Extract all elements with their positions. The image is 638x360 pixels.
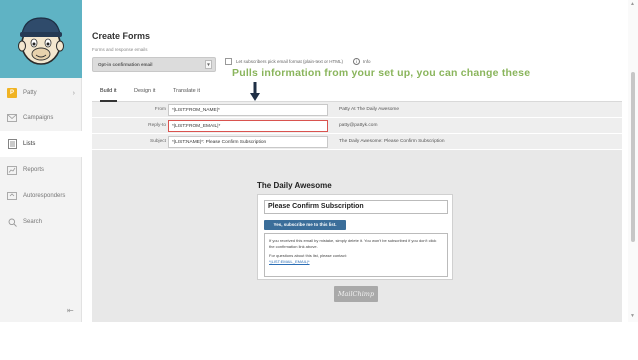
chimp-mascot-icon xyxy=(18,17,64,65)
reply-to-field[interactable]: *|LIST:FROM_EMAIL|* xyxy=(168,120,328,132)
email-format-checkbox[interactable] xyxy=(225,58,232,65)
sidebar-item-label: Search xyxy=(23,219,43,225)
mail-icon xyxy=(7,113,17,123)
sidebar-item-search[interactable]: Search xyxy=(0,209,82,235)
reply-to-row: Reply-to *|LIST:FROM_EMAIL|* patty@patty… xyxy=(92,118,622,134)
scroll-down-icon[interactable]: ▼ xyxy=(630,313,635,319)
subject-field[interactable]: *|LIST:NAME|*: Please Confirm Subscripti… xyxy=(168,136,328,148)
sidebar-item-patty[interactable]: P Patty › xyxy=(0,80,82,106)
tab-build-it[interactable]: Build it xyxy=(100,88,117,102)
sidebar-item-label: Reports xyxy=(23,167,45,173)
tab-translate-it[interactable]: Translate it xyxy=(173,88,200,102)
sidebar-item-lists[interactable]: Lists xyxy=(0,131,82,157)
form-type-select-value: Opt-in confirmation email xyxy=(98,62,153,67)
page-title: Create Forms xyxy=(92,31,151,41)
form-type-select[interactable]: Opt-in confirmation email ▾ xyxy=(92,57,216,72)
scrollbar[interactable]: ▲ ▼ xyxy=(628,0,638,322)
sidebar-item-reports[interactable]: Reports xyxy=(0,157,82,183)
sidebar-item-campaigns[interactable]: Campaigns xyxy=(0,105,82,131)
from-field[interactable]: *|LIST:FROM_NAME|* xyxy=(168,104,328,116)
email-body[interactable]: If you received this email by mistake, s… xyxy=(264,233,448,277)
email-heading[interactable]: Please Confirm Subscription xyxy=(264,200,448,214)
reply-to-label: Reply-to xyxy=(148,123,166,128)
scroll-thumb[interactable] xyxy=(631,72,635,242)
scroll-up-icon[interactable]: ▲ xyxy=(630,1,635,7)
brand-name: The Daily Awesome xyxy=(257,181,332,190)
sidebar-item-label: Patty xyxy=(23,90,37,96)
contact-email-link[interactable]: *|LIST:EMAIL_EMAIL|* xyxy=(269,259,443,265)
mailchimp-badge: MailChimp xyxy=(334,286,378,302)
collapse-sidebar-icon[interactable]: ⇤ xyxy=(67,306,74,315)
email-body-text: If you received this email by mistake, s… xyxy=(269,238,437,249)
forms-select-label: Forms and response emails xyxy=(92,47,148,52)
sidebar-item-label: Autoresponders xyxy=(23,193,66,199)
sidebar: P Patty › Campaigns Lists Reports Autore… xyxy=(0,0,82,322)
subject-row: Subject *|LIST:NAME|*: Please Confirm Su… xyxy=(92,134,622,150)
info-label: Info xyxy=(363,59,371,64)
autoresponder-icon xyxy=(7,191,17,201)
mailchimp-logo[interactable] xyxy=(0,0,82,78)
list-icon xyxy=(7,139,17,149)
sidebar-item-label: Campaigns xyxy=(23,115,54,121)
email-format-checkbox-label: Let subscribers pick email format (plain… xyxy=(236,59,344,64)
subject-label: Subject xyxy=(150,139,166,144)
chart-icon xyxy=(7,165,17,175)
chevron-down-icon: ▾ xyxy=(205,60,212,69)
search-icon xyxy=(7,217,17,227)
tab-bar: Build it Design it Translate it xyxy=(92,86,622,102)
chevron-right-icon: › xyxy=(72,89,75,97)
sidebar-item-autoresponders[interactable]: Autoresponders xyxy=(0,183,82,209)
sidebar-item-label: Lists xyxy=(23,141,36,147)
from-label: From xyxy=(154,107,166,112)
info-icon[interactable]: i xyxy=(353,58,360,65)
confirm-subscription-button[interactable]: Yes, subscribe me to this list. xyxy=(264,220,346,230)
reply-to-preview: patty@pattyk.com xyxy=(339,123,378,128)
from-preview: Patty At The Daily Awesome xyxy=(339,107,400,112)
email-preview-area: The Daily Awesome Please Confirm Subscri… xyxy=(92,150,622,322)
annotation-callout: Pulls information from your set up, you … xyxy=(232,67,531,79)
email-preview-card: Please Confirm Subscription Yes, subscri… xyxy=(257,194,453,280)
subject-preview: The Daily Awesome: Please Confirm Subscr… xyxy=(339,139,445,144)
main-content: Create Forms Forms and response emails O… xyxy=(83,0,638,322)
tab-design-it[interactable]: Design it xyxy=(134,88,155,102)
user-icon: P xyxy=(7,88,17,98)
from-row: From *|LIST:FROM_NAME|* Patty At The Dai… xyxy=(92,102,622,118)
